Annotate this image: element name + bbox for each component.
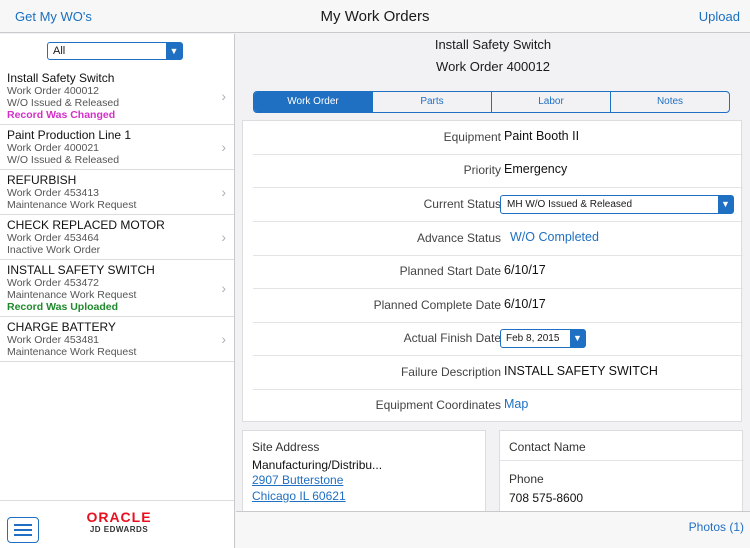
contact-card: Contact Name Phone 708 575-8600 xyxy=(499,430,744,512)
detail-tabs: Work Order Parts Labor Notes xyxy=(253,91,730,113)
planned-start-label: Planned Start Date xyxy=(399,264,501,278)
list-item[interactable]: Paint Production Line 1 Work Order 40002… xyxy=(0,125,234,170)
item-title: CHECK REPLACED MOTOR xyxy=(7,218,165,232)
planned-complete-row: Planned Complete Date 6/10/17 xyxy=(253,289,743,323)
list-item[interactable]: INSTALL SAFETY SWITCH Work Order 453472 … xyxy=(0,260,234,317)
filter-value: All xyxy=(53,45,66,57)
chevron-down-icon: ▼ xyxy=(166,43,182,59)
item-number: Work Order 453464 xyxy=(7,232,100,244)
hamburger-icon xyxy=(14,524,32,526)
item-number: Work Order 400021 xyxy=(7,142,100,154)
actual-finish-value: Feb 8, 2015 xyxy=(506,333,560,344)
planned-complete-value: 6/10/17 xyxy=(504,297,546,311)
item-flag: Record Was Changed xyxy=(7,109,116,121)
current-status-value: MH W/O Issued & Released xyxy=(507,199,633,210)
item-status: Inactive Work Order xyxy=(7,244,101,256)
priority-row: Priority Emergency xyxy=(253,154,743,188)
contact-name-label: Contact Name xyxy=(509,440,586,454)
logo-oracle: ORACLE xyxy=(86,509,152,525)
work-order-list: Install Safety Switch Work Order 400012 … xyxy=(0,68,234,362)
item-title: Paint Production Line 1 xyxy=(7,128,132,142)
advance-status-link[interactable]: W/O Completed xyxy=(510,230,599,244)
work-order-detail: Install Safety Switch Work Order 400012 … xyxy=(236,34,750,548)
chevron-right-icon: › xyxy=(221,331,226,347)
site-street-link[interactable]: 2907 Butterstone xyxy=(252,473,343,487)
list-item[interactable]: REFURBISH Work Order 453413 Maintenance … xyxy=(0,170,234,215)
actual-finish-label: Actual Finish Date xyxy=(403,331,501,345)
detail-subtitle: Work Order 400012 xyxy=(436,59,550,74)
chevron-right-icon: › xyxy=(221,184,226,200)
priority-value: Emergency xyxy=(504,162,568,176)
equipment-coordinates-label: Equipment Coordinates xyxy=(375,398,501,412)
advance-status-label: Advance Status xyxy=(416,231,501,245)
bottom-toolbar: Photos (1) xyxy=(236,511,750,548)
current-status-select[interactable]: MH W/O Issued & Released ▼ xyxy=(500,195,734,214)
equipment-coordinates-row: Equipment Coordinates Map xyxy=(253,389,743,423)
item-title: REFURBISH xyxy=(7,173,77,187)
chevron-right-icon: › xyxy=(221,88,226,104)
chevron-down-icon: ▼ xyxy=(570,330,585,347)
photos-button[interactable]: Photos (1) xyxy=(689,520,744,534)
list-item[interactable]: Install Safety Switch Work Order 400012 … xyxy=(0,68,234,125)
site-address-label: Site Address xyxy=(252,440,320,454)
top-navigation-bar: Get My WO's My Work Orders Upload xyxy=(0,0,750,33)
failure-description-value: INSTALL SAFETY SWITCH xyxy=(504,364,658,378)
chevron-right-icon: › xyxy=(221,280,226,296)
planned-start-value: 6/10/17 xyxy=(504,263,546,277)
item-number: Work Order 400012 xyxy=(7,85,100,97)
item-title: INSTALL SAFETY SWITCH xyxy=(7,263,155,277)
work-order-sidebar: All ▼ Install Safety Switch Work Order 4… xyxy=(0,34,235,548)
equipment-label: Equipment xyxy=(443,130,501,144)
item-status: Maintenance Work Request xyxy=(7,199,137,211)
current-status-label: Current Status xyxy=(423,197,501,211)
site-address-card: Site Address Manufacturing/Distribu... 2… xyxy=(242,430,486,512)
list-item[interactable]: CHECK REPLACED MOTOR Work Order 453464 I… xyxy=(0,215,234,260)
actual-finish-date-picker[interactable]: Feb 8, 2015 ▼ xyxy=(500,329,586,348)
chevron-right-icon: › xyxy=(221,229,226,245)
actual-finish-row: Actual Finish Date Feb 8, 2015 ▼ xyxy=(253,322,743,356)
item-status: Maintenance Work Request xyxy=(7,346,137,358)
item-title: Install Safety Switch xyxy=(7,71,115,85)
detail-title: Install Safety Switch xyxy=(434,37,552,52)
equipment-value: Paint Booth II xyxy=(504,129,580,143)
item-status: Maintenance Work Request xyxy=(7,289,137,301)
item-number: Work Order 453413 xyxy=(7,187,100,199)
tab-labor[interactable]: Labor xyxy=(491,92,610,112)
work-order-form: Equipment Paint Booth II Priority Emerge… xyxy=(242,120,743,423)
divider xyxy=(500,460,744,461)
priority-label: Priority xyxy=(463,163,501,177)
list-item[interactable]: CHARGE BATTERY Work Order 453481 Mainten… xyxy=(0,317,234,362)
planned-start-row: Planned Start Date 6/10/17 xyxy=(253,255,743,289)
item-flag: Record Was Uploaded xyxy=(7,301,119,313)
oracle-jd-edwards-logo: ORACLE JD EDWARDS xyxy=(80,509,158,534)
logo-jd-edwards: JD EDWARDS xyxy=(89,525,149,534)
tab-notes[interactable]: Notes xyxy=(610,92,729,112)
site-name: Manufacturing/Distribu... xyxy=(252,458,383,472)
chevron-down-icon: ▼ xyxy=(718,196,733,213)
chevron-right-icon: › xyxy=(221,139,226,155)
phone-label: Phone xyxy=(509,472,544,486)
menu-button[interactable] xyxy=(7,517,39,543)
item-status: W/O Issued & Released xyxy=(7,97,120,109)
tab-parts[interactable]: Parts xyxy=(372,92,491,112)
filter-select[interactable]: All ▼ xyxy=(47,42,183,60)
page-title: My Work Orders xyxy=(320,8,430,25)
advance-status-row: Advance Status W/O Completed xyxy=(253,222,743,256)
item-number: Work Order 453472 xyxy=(7,277,100,289)
item-number: Work Order 453481 xyxy=(7,334,100,346)
failure-description-label: Failure Description xyxy=(400,365,501,379)
current-status-row: Current Status MH W/O Issued & Released … xyxy=(253,188,743,222)
failure-description-row: Failure Description INSTALL SAFETY SWITC… xyxy=(253,356,743,390)
item-title: CHARGE BATTERY xyxy=(7,320,116,334)
map-link[interactable]: Map xyxy=(504,397,528,411)
site-city-link[interactable]: Chicago IL 60621 xyxy=(252,489,346,503)
sidebar-footer: ORACLE JD EDWARDS xyxy=(0,500,234,548)
planned-complete-label: Planned Complete Date xyxy=(373,298,501,312)
upload-button[interactable]: Upload xyxy=(699,9,740,24)
phone-value[interactable]: 708 575-8600 xyxy=(509,491,583,505)
tab-work-order[interactable]: Work Order xyxy=(254,92,372,112)
item-status: W/O Issued & Released xyxy=(7,154,120,166)
equipment-row: Equipment Paint Booth II xyxy=(253,121,743,155)
